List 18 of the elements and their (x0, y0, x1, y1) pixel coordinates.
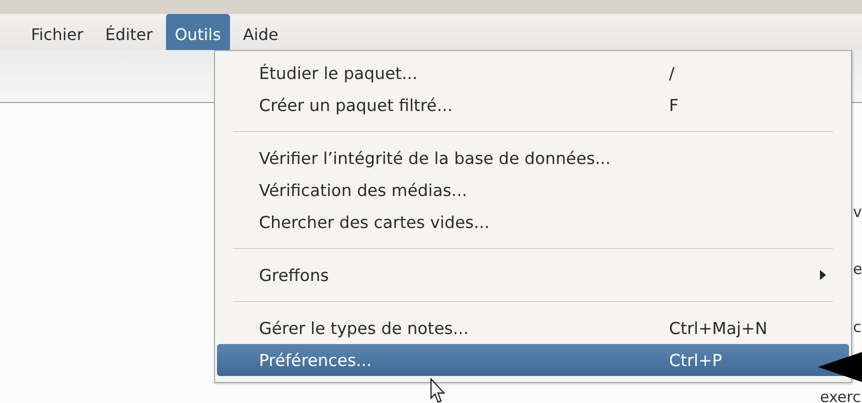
menu-item[interactable]: Préférences... Ctrl+P (217, 344, 849, 376)
menu-item[interactable]: Greffons (217, 259, 849, 291)
menu-item[interactable]: Créer un paquet filtré... F (217, 89, 849, 121)
pointer-triangle-icon (818, 352, 862, 382)
background-text: exerc (820, 390, 861, 403)
menu-title[interactable]: Aide (234, 14, 288, 50)
background-text: c (853, 320, 862, 334)
background-text: e (853, 262, 862, 276)
menu-item[interactable]: Chercher des cartes vides... (217, 206, 849, 238)
submenu-arrow-icon (819, 270, 827, 280)
background-text: v (853, 205, 862, 219)
menu-title[interactable]: Outils (166, 14, 230, 50)
menu-item[interactable]: Vérification des médias... (217, 174, 849, 206)
menu-item[interactable]: Gérer le types de notes... Ctrl+Maj+N (217, 312, 849, 344)
menu-title[interactable]: Fichier (22, 14, 92, 50)
menu-item[interactable]: Vérifier l’intégrité de la base de données... (217, 142, 849, 174)
menu-item[interactable]: Étudier le paquet... / (217, 57, 849, 89)
menu-title[interactable]: Éditer (96, 14, 162, 50)
